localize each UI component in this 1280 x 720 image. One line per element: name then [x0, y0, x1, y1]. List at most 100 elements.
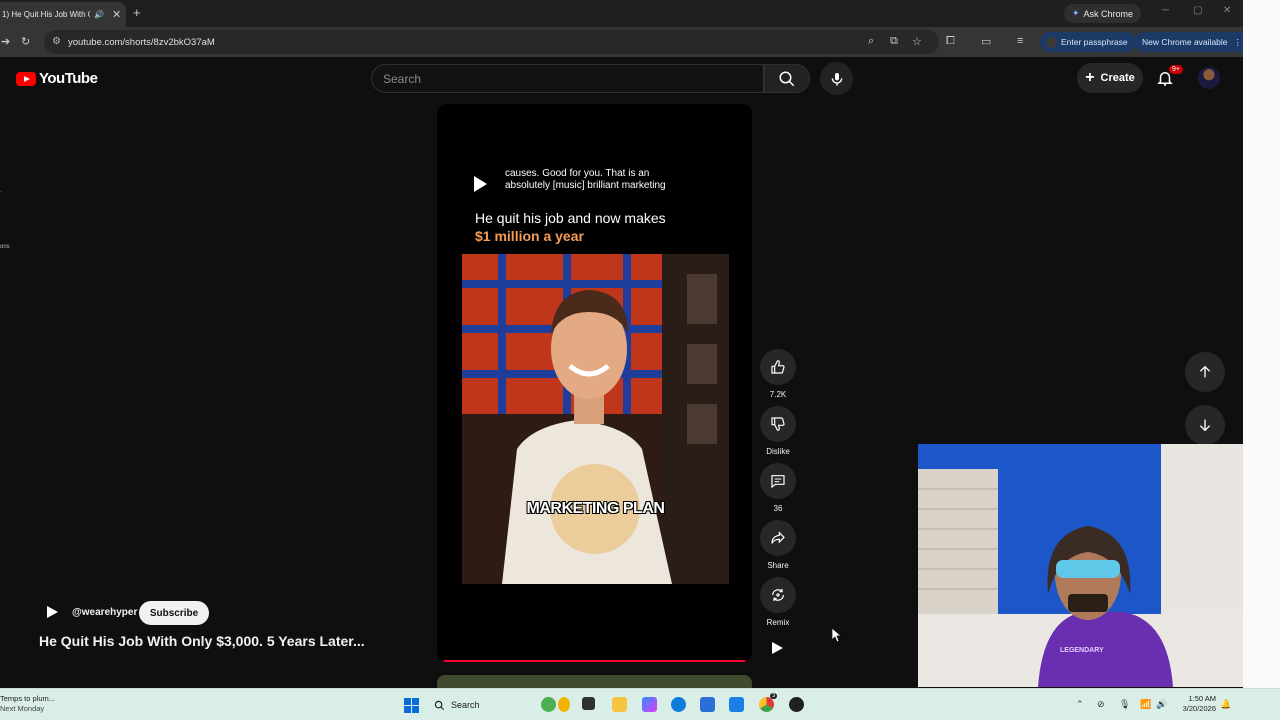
chrome-icon[interactable] — [759, 697, 774, 712]
thumbs-up-icon — [771, 360, 785, 374]
weather-app-icon[interactable] — [558, 697, 570, 712]
short-title[interactable]: He Quit His Job With Only $3,000. 5 Year… — [39, 633, 365, 649]
install-app-icon[interactable]: ⧉ — [890, 35, 898, 48]
url-text: youtube.com/shorts/8zv2bkO37aM — [68, 36, 215, 48]
store-icon[interactable] — [700, 697, 715, 712]
site-info-icon[interactable]: ⚙ — [52, 36, 61, 47]
mouse-cursor-icon — [832, 628, 842, 643]
taskbar-search-label: Search — [451, 700, 480, 710]
weather-line-2: Next Monday — [0, 704, 45, 713]
video-headline: He quit his job and now makes — [475, 210, 666, 226]
cast-icon[interactable]: ▭ — [981, 35, 991, 48]
comments-button[interactable] — [760, 463, 796, 499]
play-icon[interactable] — [47, 606, 58, 618]
video-progress-bar[interactable] — [443, 660, 746, 662]
new-chrome-available-button[interactable]: New Chrome available ⋮ — [1134, 32, 1251, 52]
windows-taskbar: Temps to plum... Next Monday Search 3 ⌃ … — [0, 688, 1280, 720]
outlook-icon[interactable] — [729, 697, 744, 712]
maximize-icon[interactable]: ▢ — [1193, 5, 1202, 16]
comment-count: 36 — [773, 504, 783, 513]
share-label: Share — [767, 561, 789, 570]
plus-icon: + — [1085, 69, 1095, 86]
remix-label: Remix — [766, 618, 790, 627]
dislike-action: Dislike — [760, 406, 796, 456]
enter-passphrase-button[interactable]: Enter passphrase — [1040, 32, 1136, 52]
close-icon[interactable]: ✕ — [112, 8, 121, 21]
reload-icon[interactable]: ↻ — [21, 35, 30, 48]
video-headline-accent: $1 million a year — [475, 228, 584, 244]
notification-center-icon[interactable]: 🔔 — [1220, 699, 1231, 710]
forward-icon[interactable]: ➔ — [1, 35, 10, 48]
create-label: Create — [1100, 72, 1135, 84]
zoom-icon[interactable]: ⌕ — [868, 35, 874, 48]
remix-action: Remix — [760, 577, 796, 627]
screen-right-edge — [1243, 0, 1280, 688]
file-explorer-icon[interactable] — [612, 697, 627, 712]
speaker-icon[interactable]: 🔊 — [94, 10, 104, 19]
remix-button[interactable] — [760, 577, 796, 613]
next-short-thumbnail[interactable] — [437, 675, 752, 688]
obs-icon[interactable] — [789, 697, 804, 712]
arrow-down-icon — [1199, 419, 1211, 432]
minimize-icon[interactable]: ─ — [1162, 5, 1169, 16]
system-clock[interactable]: 1:50 AM 3/20/2026 — [1176, 694, 1216, 714]
weather-widget[interactable]: Temps to plum... Next Monday — [0, 694, 55, 714]
task-view-icon[interactable] — [582, 697, 595, 710]
dislike-label: Dislike — [766, 447, 790, 456]
notification-badge: 9+ — [1169, 65, 1183, 74]
like-button[interactable] — [760, 349, 796, 385]
address-bar[interactable]: ⚙ youtube.com/shorts/8zv2bkO37aM ⌕ ⧉ ☆ — [44, 30, 939, 54]
previous-short-button[interactable] — [1185, 352, 1225, 392]
thumbs-down-icon — [771, 417, 785, 431]
ask-chrome-button[interactable]: ✦ Ask Chrome — [1064, 4, 1142, 23]
play-icon[interactable] — [474, 176, 487, 192]
new-tab-icon[interactable]: + — [133, 5, 141, 20]
short-video-player[interactable]: causes. Good for you. That is an absolut… — [437, 104, 752, 662]
next-short-button[interactable] — [1185, 405, 1225, 445]
wifi-icon[interactable]: 📶 — [1140, 699, 1151, 710]
voice-search-button[interactable] — [820, 62, 853, 95]
like-action: 7.2K — [760, 349, 796, 399]
window-close-icon[interactable]: ✕ — [1223, 5, 1231, 16]
browser-tab[interactable]: 1) He Quit His Job With Only $3,000 🔊 ✕ — [0, 2, 126, 27]
volume-icon[interactable]: 🔊 — [1156, 699, 1167, 710]
share-button[interactable] — [760, 520, 796, 556]
widget-icon[interactable] — [541, 697, 556, 712]
edge-icon[interactable] — [671, 697, 686, 712]
video-overlay-text: MARKETING PLAN — [526, 500, 665, 517]
reading-list-icon[interactable]: ≡ — [1017, 35, 1023, 47]
search-icon — [434, 700, 445, 710]
caption-line-1: causes. Good for you. That is an — [505, 168, 650, 179]
network-off-icon[interactable]: ⊘ — [1097, 699, 1105, 710]
weather-line-1: Temps to plum... — [0, 694, 56, 703]
dislike-button[interactable] — [760, 406, 796, 442]
account-avatar[interactable] — [1198, 67, 1220, 89]
screen: 1) He Quit His Job With Only $3,000 🔊 ✕ … — [0, 0, 1280, 720]
search-button[interactable] — [764, 64, 810, 93]
create-button[interactable]: + Create — [1077, 63, 1143, 93]
video-frame: MARKETING PLAN — [462, 254, 729, 584]
subscribe-button[interactable]: Subscribe — [139, 601, 209, 625]
webcam-overlay: LEGENDARY — [918, 444, 1243, 687]
youtube-logo[interactable]: YouTube — [16, 70, 98, 87]
share-action: Share — [760, 520, 796, 570]
youtube-play-logo-icon — [16, 71, 36, 86]
passphrase-label: Enter passphrase — [1061, 37, 1128, 47]
extensions-icon[interactable]: ⧠ — [946, 35, 955, 48]
svg-text:LEGENDARY: LEGENDARY — [1060, 647, 1104, 654]
copilot-icon[interactable] — [642, 697, 657, 712]
play-icon[interactable] — [772, 642, 783, 654]
channel-handle[interactable]: @wearehyper — [72, 607, 137, 618]
taskbar-search[interactable]: Search — [428, 694, 528, 716]
microphone-icon[interactable]: 🎙 — [1119, 699, 1130, 710]
profile-icon — [1046, 36, 1057, 48]
arrow-up-icon — [1199, 365, 1211, 378]
search-input[interactable]: Search — [371, 64, 764, 93]
video-scene-image — [462, 254, 729, 584]
share-arrow-icon — [771, 531, 785, 544]
bookmark-star-icon[interactable]: ☆ — [912, 35, 922, 48]
microphone-icon — [831, 72, 842, 86]
browser-tab-strip: 1) He Quit His Job With Only $3,000 🔊 ✕ … — [0, 0, 1243, 27]
chevron-up-icon[interactable]: ⌃ — [1076, 699, 1084, 710]
windows-start-icon[interactable] — [404, 698, 419, 713]
